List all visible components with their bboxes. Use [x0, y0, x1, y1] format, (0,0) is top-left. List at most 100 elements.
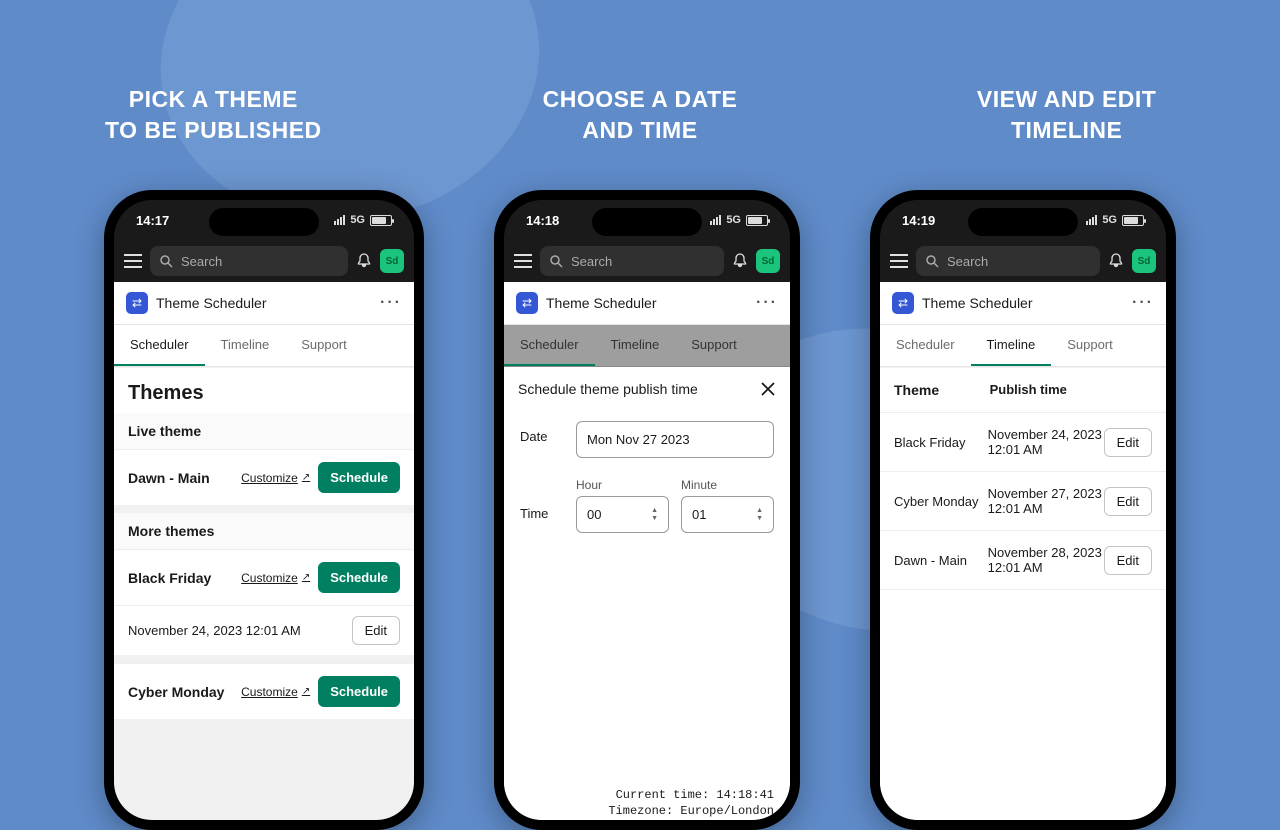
tab-support[interactable]: Support: [675, 325, 753, 366]
search-icon: [160, 255, 173, 268]
top-bar: Search Sd: [114, 240, 414, 282]
avatar[interactable]: Sd: [380, 249, 404, 273]
schedule-button[interactable]: Schedule: [318, 562, 400, 593]
tab-support[interactable]: Support: [1051, 325, 1129, 366]
app-name: Theme Scheduler: [922, 295, 1124, 311]
hour-select[interactable]: 00▲▼: [576, 496, 669, 533]
search-input[interactable]: Search: [916, 246, 1100, 276]
bell-icon[interactable]: [732, 253, 748, 269]
edit-button[interactable]: Edit: [1104, 487, 1152, 516]
battery-icon: [370, 215, 392, 226]
network-label: 5G: [1102, 214, 1117, 226]
col-theme-header: Theme: [894, 382, 990, 398]
external-link-icon: ↗: [302, 572, 310, 583]
customize-link[interactable]: Customize↗: [241, 571, 310, 585]
edit-button[interactable]: Edit: [1104, 428, 1152, 457]
app-icon: ⇄: [516, 292, 538, 314]
battery-icon: [1122, 215, 1144, 226]
caption-3: VIEW AND EDIT TIMELINE: [887, 84, 1247, 146]
modal-header: Schedule theme publish time: [504, 367, 790, 411]
minute-select[interactable]: 01▲▼: [681, 496, 774, 533]
signal-icon: [334, 215, 345, 225]
timeline-row: Black Friday November 24, 2023 12:01 AM …: [880, 413, 1166, 472]
timeline-header-row: Theme Publish time: [880, 368, 1166, 413]
modal-title: Schedule theme publish time: [518, 381, 698, 397]
app-name: Theme Scheduler: [546, 295, 748, 311]
phone-mockup-2: 14:18 5G Search Sd ⇄ Theme S: [494, 190, 800, 830]
app-header: ⇄ Theme Scheduler ···: [880, 282, 1166, 325]
battery-icon: [746, 215, 768, 226]
tab-scheduler[interactable]: Scheduler: [504, 325, 595, 366]
more-icon[interactable]: ···: [380, 294, 402, 312]
tab-timeline[interactable]: Timeline: [971, 325, 1052, 366]
tab-timeline[interactable]: Timeline: [595, 325, 676, 366]
timeline-theme: Cyber Monday: [894, 494, 988, 509]
live-theme-header: Live theme: [114, 413, 414, 449]
date-input[interactable]: Mon Nov 27 2023: [576, 421, 774, 458]
menu-icon[interactable]: [514, 254, 532, 268]
avatar[interactable]: Sd: [756, 249, 780, 273]
theme-row: Cyber Monday Customize↗ Schedule: [114, 663, 414, 719]
avatar[interactable]: Sd: [1132, 249, 1156, 273]
more-themes-header: More themes: [114, 513, 414, 549]
date-row: Date Mon Nov 27 2023: [504, 411, 790, 468]
schedule-button[interactable]: Schedule: [318, 676, 400, 707]
timezone: Timezone: Europe/London: [504, 804, 790, 820]
tab-bar: Scheduler Timeline Support: [880, 325, 1166, 367]
time-row: Time Hour 00▲▼ Minute 01▲▼: [504, 468, 790, 543]
close-icon[interactable]: [760, 381, 776, 397]
search-input[interactable]: Search: [540, 246, 724, 276]
current-time: Current time: 14:18:41: [504, 788, 790, 804]
menu-icon[interactable]: [124, 254, 142, 268]
tab-scheduler[interactable]: Scheduler: [114, 325, 205, 366]
theme-name: Dawn - Main: [128, 470, 233, 486]
app-header: ⇄ Theme Scheduler ···: [114, 282, 414, 325]
tab-bar: Scheduler Timeline Support: [504, 325, 790, 367]
status-time: 14:19: [902, 213, 935, 228]
timeline-time: November 28, 2023 12:01 AM: [988, 545, 1104, 575]
tab-support[interactable]: Support: [285, 325, 363, 366]
external-link-icon: ↗: [302, 472, 310, 483]
more-icon[interactable]: ···: [1132, 294, 1154, 312]
theme-row-live: Dawn - Main Customize↗ Schedule: [114, 449, 414, 505]
customize-link[interactable]: Customize↗: [241, 471, 310, 485]
edit-button[interactable]: Edit: [352, 616, 400, 645]
phone-mockup-3: 14:19 5G Search Sd ⇄ Theme S: [870, 190, 1176, 830]
tab-scheduler[interactable]: Scheduler: [880, 325, 971, 366]
timeline-time: November 24, 2023 12:01 AM: [988, 427, 1104, 457]
minute-label: Minute: [681, 478, 774, 492]
signal-icon: [710, 215, 721, 225]
status-time: 14:18: [526, 213, 559, 228]
search-placeholder: Search: [571, 254, 612, 269]
date-label: Date: [520, 421, 562, 444]
bell-icon[interactable]: [356, 253, 372, 269]
menu-icon[interactable]: [890, 254, 908, 268]
search-input[interactable]: Search: [150, 246, 348, 276]
timeline-theme: Black Friday: [894, 435, 988, 450]
tab-timeline[interactable]: Timeline: [205, 325, 286, 366]
schedule-button[interactable]: Schedule: [318, 462, 400, 493]
search-icon: [926, 255, 939, 268]
scheduled-time-row: November 24, 2023 12:01 AM Edit: [114, 605, 414, 655]
network-label: 5G: [726, 214, 741, 226]
app-icon: ⇄: [126, 292, 148, 314]
signal-icon: [1086, 215, 1097, 225]
caption-2: CHOOSE A DATE AND TIME: [460, 84, 820, 146]
time-label: Time: [520, 478, 562, 521]
more-icon[interactable]: ···: [756, 294, 778, 312]
captions: PICK A THEME TO BE PUBLISHED CHOOSE A DA…: [0, 84, 1280, 146]
top-bar: Search Sd: [880, 240, 1166, 282]
stepper-icon: ▲▼: [651, 507, 658, 522]
hour-label: Hour: [576, 478, 669, 492]
phone-mockup-1: 14:17 5G Search Sd: [104, 190, 424, 830]
app-name: Theme Scheduler: [156, 295, 372, 311]
scheduled-time: November 24, 2023 12:01 AM: [128, 623, 301, 638]
caption-1: PICK A THEME TO BE PUBLISHED: [33, 84, 393, 146]
customize-link[interactable]: Customize↗: [241, 685, 310, 699]
edit-button[interactable]: Edit: [1104, 546, 1152, 575]
external-link-icon: ↗: [302, 686, 310, 697]
timeline-row: Cyber Monday November 27, 2023 12:01 AM …: [880, 472, 1166, 531]
app-header: ⇄ Theme Scheduler ···: [504, 282, 790, 325]
bell-icon[interactable]: [1108, 253, 1124, 269]
top-bar: Search Sd: [504, 240, 790, 282]
